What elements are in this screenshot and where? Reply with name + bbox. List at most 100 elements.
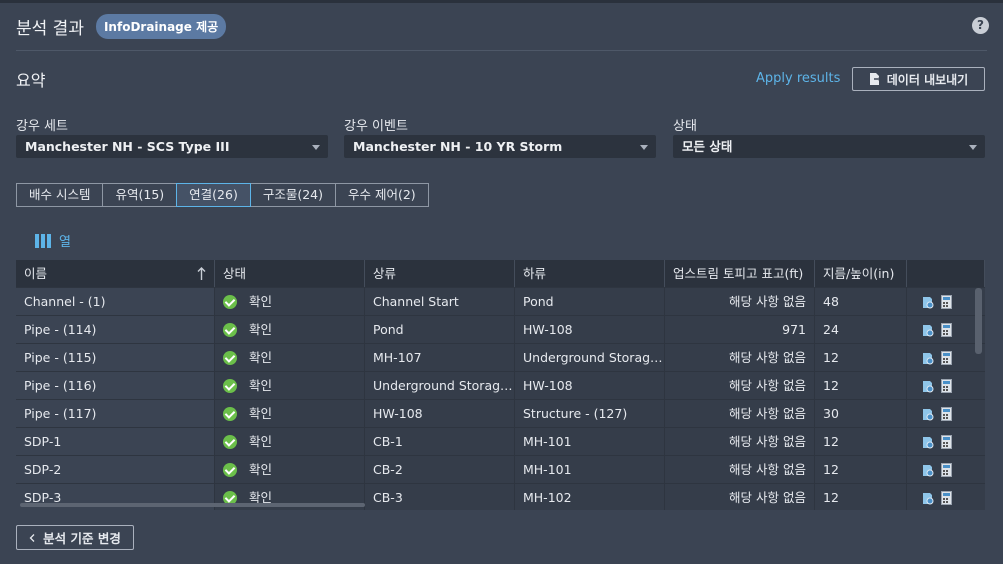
column-header-diameter[interactable]: 지름/높이(in) xyxy=(815,260,907,287)
calculator-icon[interactable] xyxy=(940,295,953,309)
column-header-name[interactable]: 이름 xyxy=(16,260,215,287)
cell-diameter: 12 xyxy=(815,372,907,399)
column-header-downstream[interactable]: 하류 xyxy=(515,260,665,287)
cell-downstream: HW-108 xyxy=(515,316,665,343)
status-ok-icon xyxy=(223,351,237,365)
cell-name: SDP-2 xyxy=(16,456,215,483)
cell-cover-level: 해당 사항 없음 xyxy=(665,456,815,483)
table-row[interactable]: Pipe - (115) 확인 MH-107 Underground Storage … xyxy=(16,344,985,372)
table-row[interactable]: Pipe - (117) 확인 HW-108 Structure - (127) 해당 … xyxy=(16,400,985,428)
view-profile-icon[interactable] xyxy=(921,463,934,477)
page-title: 분석 결과 xyxy=(16,19,84,39)
view-profile-icon[interactable] xyxy=(921,323,934,337)
cell-status: 확인 xyxy=(215,344,365,371)
cell-actions xyxy=(907,484,985,510)
sort-ascending-icon xyxy=(197,267,206,280)
apply-results-link[interactable]: Apply results xyxy=(756,71,840,86)
view-profile-icon[interactable] xyxy=(921,295,934,309)
export-icon xyxy=(869,73,881,85)
view-profile-icon[interactable] xyxy=(921,379,934,393)
cell-downstream: Structure - (127) xyxy=(515,400,665,427)
summary-title: 요약 xyxy=(16,71,46,90)
view-profile-icon[interactable] xyxy=(921,351,934,365)
cell-upstream: CB-2 xyxy=(365,456,515,483)
cell-downstream: Pond xyxy=(515,288,665,315)
cell-diameter: 24 xyxy=(815,316,907,343)
cell-downstream: MH-101 xyxy=(515,456,665,483)
status-select[interactable]: 모든 상태 xyxy=(673,135,985,158)
table-row[interactable]: Pipe - (114) 확인 Pond HW-108 971 24 xyxy=(16,316,985,344)
table-header-row: 이름 상태 상류 하류 업스트림 토피고 표고(ft) 지름/높이(in) xyxy=(16,260,985,288)
table-row[interactable]: SDP-1 확인 CB-1 MH-101 해당 사항 없음 12 xyxy=(16,428,985,456)
columns-button[interactable]: 열 xyxy=(35,231,71,250)
view-profile-icon[interactable] xyxy=(921,435,934,449)
cell-status: 확인 xyxy=(215,400,365,427)
horizontal-scrollbar[interactable] xyxy=(20,503,365,507)
cell-name: Pipe - (114) xyxy=(16,316,215,343)
chevron-down-icon xyxy=(312,145,320,150)
status-label: 상태 xyxy=(673,119,697,134)
cell-name: Channel - (1) xyxy=(16,288,215,315)
chevron-down-icon xyxy=(969,145,977,150)
calculator-icon[interactable] xyxy=(940,491,953,505)
tab-drainage-system[interactable]: 배수 시스템 xyxy=(16,183,104,207)
calculator-icon[interactable] xyxy=(940,351,953,365)
cell-cover-level: 해당 사항 없음 xyxy=(665,288,815,315)
cell-diameter: 12 xyxy=(815,344,907,371)
cell-actions xyxy=(907,456,985,483)
provider-badge: InfoDrainage 제공 xyxy=(95,14,227,39)
vertical-scrollbar[interactable] xyxy=(975,288,982,354)
view-profile-icon[interactable] xyxy=(921,407,934,421)
status-ok-icon xyxy=(223,323,237,337)
calculator-icon[interactable] xyxy=(940,379,953,393)
cell-actions xyxy=(907,428,985,455)
calculator-icon[interactable] xyxy=(940,435,953,449)
results-table: 이름 상태 상류 하류 업스트림 토피고 표고(ft) 지름/높이(in) Ch… xyxy=(16,260,985,510)
rainfall-event-select[interactable]: Manchester NH - 10 YR Storm xyxy=(344,135,656,158)
calculator-icon[interactable] xyxy=(940,323,953,337)
cell-status: 확인 xyxy=(215,288,365,315)
table-row[interactable]: SDP-2 확인 CB-2 MH-101 해당 사항 없음 12 xyxy=(16,456,985,484)
cell-actions xyxy=(907,316,985,343)
columns-icon xyxy=(35,233,53,248)
tab-stormwater-controls[interactable]: 우수 제어(2) xyxy=(335,183,429,207)
cell-cover-level: 해당 사항 없음 xyxy=(665,428,815,455)
rainfall-set-select[interactable]: Manchester NH - SCS Type III xyxy=(16,135,328,158)
view-profile-icon[interactable] xyxy=(921,491,934,505)
chevron-down-icon xyxy=(640,145,648,150)
status-value: 모든 상태 xyxy=(682,139,733,154)
table-row[interactable]: Pipe - (116) 확인 Underground Storage ... HW-… xyxy=(16,372,985,400)
help-icon[interactable]: ? xyxy=(972,17,989,34)
table-row[interactable]: Channel - (1) 확인 Channel Start Pond 해당 사항 없음… xyxy=(16,288,985,316)
calculator-icon[interactable] xyxy=(940,407,953,421)
change-analysis-criteria-button[interactable]: 분석 기준 변경 xyxy=(16,525,134,550)
tab-structures[interactable]: 구조물(24) xyxy=(249,183,336,207)
cell-status: 확인 xyxy=(215,372,365,399)
column-header-status[interactable]: 상태 xyxy=(215,260,365,287)
calculator-icon[interactable] xyxy=(940,463,953,477)
cell-upstream: Underground Storage ... xyxy=(365,372,515,399)
cell-upstream: Pond xyxy=(365,316,515,343)
columns-label: 열 xyxy=(59,235,71,250)
export-data-button[interactable]: 데이터 내보내기 xyxy=(852,67,985,91)
rainfall-event-value: Manchester NH - 10 YR Storm xyxy=(353,139,563,154)
column-header-upstream[interactable]: 상류 xyxy=(365,260,515,287)
cell-downstream: MH-102 xyxy=(515,484,665,510)
cell-upstream: CB-1 xyxy=(365,428,515,455)
cell-actions xyxy=(907,400,985,427)
top-border xyxy=(0,0,1003,3)
tab-bar: 배수 시스템 유역(15) 연결(26) 구조물(24) 우수 제어(2) xyxy=(16,183,429,207)
cell-actions xyxy=(907,372,985,399)
export-label: 데이터 내보내기 xyxy=(886,72,969,87)
column-header-cover-level[interactable]: 업스트림 토피고 표고(ft) xyxy=(665,260,815,287)
cell-actions xyxy=(907,344,985,371)
cell-name: SDP-1 xyxy=(16,428,215,455)
cell-cover-level: 해당 사항 없음 xyxy=(665,400,815,427)
rainfall-set-value: Manchester NH - SCS Type III xyxy=(25,139,230,154)
tab-connections[interactable]: 연결(26) xyxy=(176,183,251,207)
tab-catchments[interactable]: 유역(15) xyxy=(102,183,178,207)
status-ok-icon xyxy=(223,407,237,421)
rainfall-event-label: 강우 이벤트 xyxy=(344,119,408,134)
cell-cover-level: 971 xyxy=(665,316,815,343)
cell-diameter: 12 xyxy=(815,484,907,510)
